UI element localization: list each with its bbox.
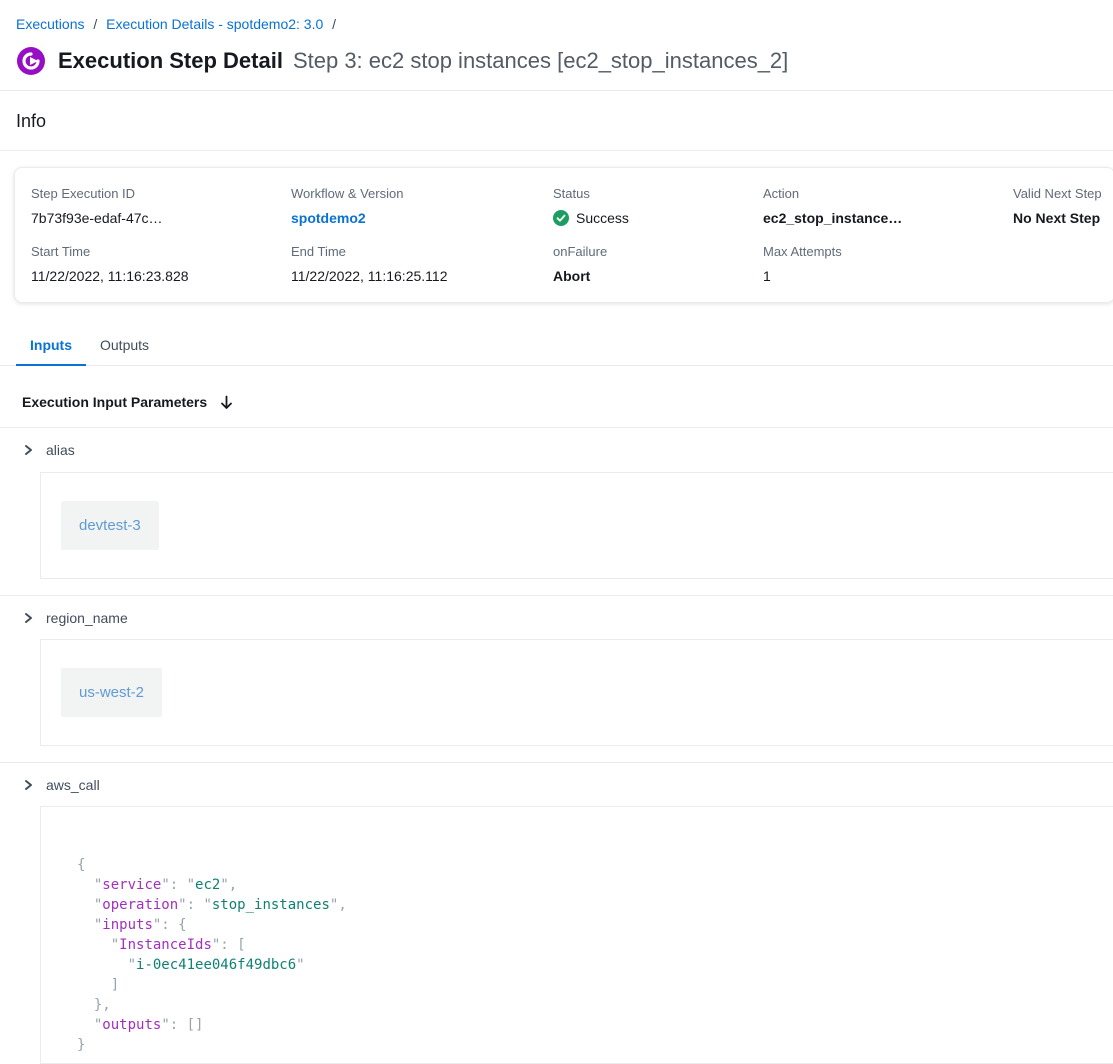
success-check-icon: [553, 210, 569, 226]
breadcrumb-separator: /: [93, 16, 97, 32]
breadcrumb: Executions / Execution Details - spotdem…: [0, 0, 1113, 36]
field-start-time: Start Time 11/22/2022, 11:16:23.828: [31, 244, 291, 284]
field-label: End Time: [291, 244, 553, 259]
arrow-down-icon[interactable]: [219, 395, 234, 410]
field-label: onFailure: [553, 244, 763, 259]
status-badge: Success: [553, 210, 763, 226]
page-header: Execution Step Detail Step 3: ec2 stop i…: [0, 36, 1113, 90]
field-step-execution-id: Step Execution ID 7b73f93e-edaf-47c…: [31, 186, 291, 226]
chevron-right-icon[interactable]: [22, 444, 34, 456]
breadcrumb-link-execution-details[interactable]: Execution Details - spotdemo2: 3.0: [106, 16, 323, 32]
field-value: Abort: [553, 268, 763, 284]
field-label: Step Execution ID: [31, 186, 291, 201]
breadcrumb-separator: /: [332, 16, 336, 32]
info-section-heading: Info: [0, 91, 1113, 150]
execution-input-parameters-heading: Execution Input Parameters: [0, 366, 1113, 428]
json-code: { "service": "ec2", "operation": "stop_i…: [77, 855, 1113, 1055]
field-valid-next-step: Valid Next Step No Next Step: [1013, 186, 1113, 226]
section-header-aws-call[interactable]: aws_call: [0, 762, 1113, 806]
alias-value-chip[interactable]: devtest-3: [61, 501, 159, 550]
field-label: Action: [763, 186, 1013, 201]
alias-value-panel: devtest-3: [40, 472, 1113, 579]
chevron-right-icon[interactable]: [22, 612, 34, 624]
region-name-value-chip[interactable]: us-west-2: [61, 668, 162, 717]
tab-inputs[interactable]: Inputs: [16, 325, 86, 365]
field-empty: [1013, 244, 1113, 284]
section-header-region-name[interactable]: region_name: [0, 595, 1113, 639]
field-label: Max Attempts: [763, 244, 1013, 259]
field-value: 7b73f93e-edaf-47c…: [31, 210, 291, 226]
field-action: Action ec2_stop_instance…: [763, 186, 1013, 226]
section-header-alias[interactable]: alias: [0, 428, 1113, 472]
workflow-logo-icon: [16, 46, 46, 76]
field-status: Status Success: [553, 186, 763, 226]
field-max-attempts: Max Attempts 1: [763, 244, 1013, 284]
execution-input-parameters-label: Execution Input Parameters: [22, 394, 207, 410]
chevron-right-icon[interactable]: [22, 779, 34, 791]
field-value: 11/22/2022, 11:16:25.112: [291, 268, 553, 284]
field-label: Status: [553, 186, 763, 201]
field-workflow-version: Workflow & Version spotdemo2: [291, 186, 553, 226]
field-value: ec2_stop_instance…: [763, 210, 1013, 226]
field-end-time: End Time 11/22/2022, 11:16:25.112: [291, 244, 553, 284]
page-subtitle: Step 3: ec2 stop instances [ec2_stop_ins…: [293, 48, 788, 74]
field-onfailure: onFailure Abort: [553, 244, 763, 284]
page-title: Execution Step Detail: [58, 48, 283, 74]
field-label: Workflow & Version: [291, 186, 553, 201]
field-value: No Next Step: [1013, 210, 1113, 226]
tab-bar: Inputs Outputs: [0, 325, 1113, 366]
region-name-value-panel: us-west-2: [40, 639, 1113, 746]
section-name: aws_call: [46, 777, 100, 793]
aws-call-value-panel: { "service": "ec2", "operation": "stop_i…: [40, 806, 1113, 1064]
field-label: Valid Next Step: [1013, 186, 1113, 201]
info-card: Step Execution ID 7b73f93e-edaf-47c… Wor…: [14, 167, 1113, 303]
tab-outputs[interactable]: Outputs: [86, 325, 163, 365]
field-label: Start Time: [31, 244, 291, 259]
status-text: Success: [576, 210, 629, 226]
info-heading-divider: [0, 150, 1113, 151]
section-name: region_name: [46, 610, 128, 626]
section-name: alias: [46, 442, 75, 458]
page: Executions / Execution Details - spotdem…: [0, 0, 1113, 1064]
workflow-link[interactable]: spotdemo2: [291, 210, 553, 226]
field-value: 1: [763, 268, 1013, 284]
field-value: 11/22/2022, 11:16:23.828: [31, 268, 291, 284]
breadcrumb-link-executions[interactable]: Executions: [16, 16, 84, 32]
